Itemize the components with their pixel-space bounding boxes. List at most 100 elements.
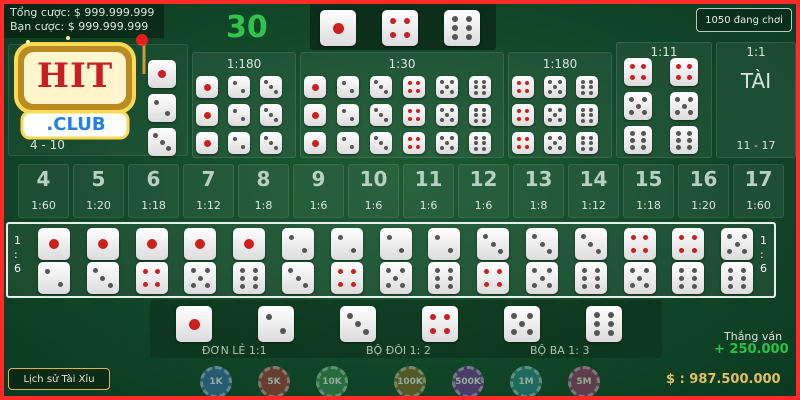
total-bet-cell[interactable]: 13 1:8	[513, 164, 564, 218]
total-bet-cell[interactable]: 9 1:6	[293, 164, 344, 218]
players-online-button[interactable]: 1050 đang chơi	[696, 8, 792, 32]
triple-left-dice	[196, 76, 296, 156]
die-pip	[416, 108, 421, 113]
die-pip	[641, 137, 647, 143]
total-sum: 7	[201, 167, 216, 191]
total-bet-cell[interactable]: 16 1:20	[678, 164, 729, 218]
die-pip	[341, 80, 346, 85]
combo-bet-cell[interactable]	[618, 226, 664, 296]
die-pip	[190, 282, 196, 288]
die-pip	[594, 267, 600, 273]
triple-right-dice	[512, 76, 612, 156]
total-bet-cell[interactable]: 15 1:18	[623, 164, 674, 218]
die-pip	[608, 321, 615, 327]
bet-chip-500k[interactable]: 500K	[452, 366, 484, 396]
total-bet-cell[interactable]: 17 1:60	[733, 164, 784, 218]
combo-bet-cell[interactable]	[569, 226, 615, 296]
total-bet-cell[interactable]: 12 1:6	[458, 164, 509, 218]
die-pip	[547, 107, 552, 112]
die-pip	[203, 83, 211, 91]
die-pip	[581, 275, 587, 281]
die-pip	[581, 283, 587, 289]
die-pip	[580, 107, 585, 112]
result-dice-panel	[310, 4, 496, 50]
die-pip	[675, 63, 681, 69]
die-pip	[510, 329, 517, 336]
combo-bet-cell[interactable]	[227, 226, 273, 296]
total-bet-cell[interactable]: 14 1:12	[568, 164, 619, 218]
die-face-4	[670, 58, 698, 86]
total-ratio: 1:6	[474, 199, 493, 212]
die-pip	[482, 135, 487, 140]
die-pip	[232, 80, 237, 85]
die-pip	[473, 135, 478, 140]
die-pip	[630, 235, 636, 241]
die-pip	[519, 321, 525, 327]
total-bet-cell[interactable]: 7 1:12	[183, 164, 234, 218]
total-bet-cell[interactable]: 10 1:6	[348, 164, 399, 218]
die-pip	[379, 113, 383, 117]
die-pip	[525, 108, 530, 113]
die-pip	[439, 90, 444, 95]
combo-bet-cell[interactable]	[178, 226, 224, 296]
die-pip	[637, 275, 643, 281]
total-bet-cell[interactable]: 11 1:6	[403, 164, 454, 218]
total-bet-cell[interactable]: 8 1:8	[238, 164, 289, 218]
combo-bet-cell[interactable]	[715, 226, 761, 296]
bet-chip-10k[interactable]: 10K	[316, 366, 348, 396]
die-pip	[547, 118, 552, 123]
small-bet-range: 4 - 10	[30, 138, 65, 152]
die-pip	[107, 282, 113, 288]
combo-bet-cell[interactable]	[32, 226, 78, 296]
die-pip	[146, 239, 157, 249]
die-pip	[589, 146, 594, 151]
die-pip	[195, 239, 206, 249]
total-bet-cell[interactable]: 5 1:20	[73, 164, 124, 218]
combo-bet-cell[interactable]	[276, 226, 322, 296]
bet-chip-1k[interactable]: 1K	[200, 366, 232, 396]
bet-chip-1m[interactable]: 1M	[510, 366, 542, 396]
combo-bet-cell[interactable]	[666, 226, 712, 296]
bet-chip-5k[interactable]: 5K	[258, 366, 290, 396]
die-pip	[546, 282, 552, 288]
combo-bet-cell[interactable]	[374, 226, 420, 296]
total-sum: 6	[146, 167, 161, 191]
bet-chip-100k[interactable]: 100K	[394, 366, 426, 396]
die-pip	[675, 97, 681, 103]
die-pip	[466, 34, 473, 40]
die-pip	[482, 90, 487, 95]
die-face-3	[260, 132, 282, 154]
die-pip	[363, 329, 370, 336]
die-pip	[675, 130, 681, 136]
die-pip	[629, 75, 635, 81]
die-face-2	[337, 76, 359, 98]
die-pip	[165, 145, 171, 151]
bet-chip-5m[interactable]: 5M	[568, 366, 600, 396]
die-face-5	[670, 92, 698, 120]
die-face-5	[379, 262, 412, 294]
die-pip	[594, 283, 600, 289]
die-pip	[595, 248, 601, 254]
die-pip	[516, 108, 521, 113]
total-bet-cell[interactable]: 6 1:18	[128, 164, 179, 218]
die-pip	[142, 269, 148, 275]
combo-bet-cell[interactable]	[81, 226, 127, 296]
triple-any-right-ratio: 1:180	[542, 57, 578, 71]
combo-bet-cell[interactable]	[325, 226, 371, 296]
die-pip	[641, 130, 647, 136]
big-bet-zone[interactable]: 1:1 TÀI 11 - 17	[716, 42, 796, 158]
die-pip	[451, 25, 458, 31]
history-button[interactable]: Lịch sử Tài Xỉu	[8, 368, 110, 390]
combo-bet-cell[interactable]	[422, 226, 468, 296]
combo-bet-cell[interactable]	[471, 226, 517, 296]
die-pip	[643, 235, 649, 241]
total-sum: 16	[689, 167, 718, 191]
die-face-2	[228, 132, 250, 154]
die-pip	[692, 267, 698, 273]
combo-bet-cell[interactable]	[130, 226, 176, 296]
total-bet-cell[interactable]: 4 1:60	[18, 164, 69, 218]
die-pip	[525, 117, 530, 122]
die-pip	[742, 234, 748, 240]
die-pip	[643, 247, 649, 253]
combo-bet-cell[interactable]	[520, 226, 566, 296]
